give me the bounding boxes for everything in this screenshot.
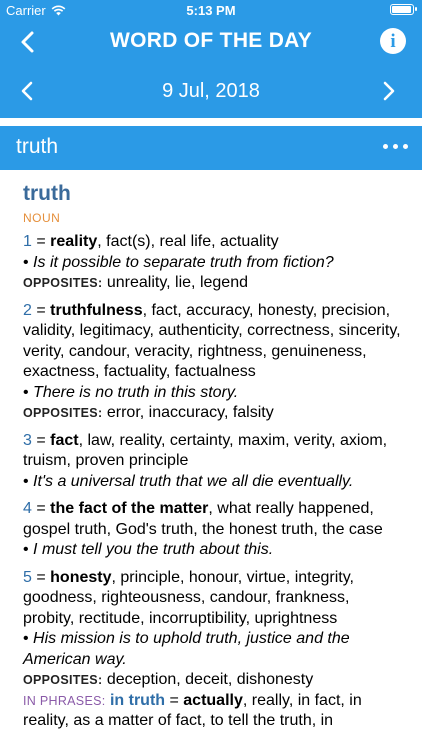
- battery-icon: [390, 4, 417, 15]
- opposites-list: deception, deceit, dishonesty: [106, 671, 314, 688]
- equals-sign: =: [31, 233, 51, 250]
- sense-number: 5: [23, 568, 32, 586]
- info-icon[interactable]: i: [380, 28, 406, 54]
- sense-definition: 5 = honesty, principle, honour, virtue, …: [23, 568, 403, 630]
- phrase-entry: IN PHRASES: in truth = actually, really,…: [23, 691, 403, 732]
- sense-synonyms: , law, reality, certainty, maxim, verity…: [23, 431, 388, 470]
- sense-example: • His mission is to uphold truth, justic…: [23, 630, 350, 668]
- sense-number: 2: [23, 301, 32, 319]
- date-selector: 9 Jul, 2018: [0, 64, 422, 118]
- opposites-label: OPPOSITES:: [23, 276, 103, 290]
- sense-5: 5 = honesty, principle, honour, virtue, …: [23, 568, 403, 732]
- sense-example: • I must tell you the truth about this.: [23, 541, 274, 558]
- sense-synonyms: , fact(s), real life, actuality: [97, 233, 279, 250]
- opposites-label: OPPOSITES:: [23, 406, 103, 420]
- sense-example: • It's a universal truth that we all die…: [23, 472, 354, 490]
- sense-example: • Is it possible to separate truth from …: [23, 253, 334, 271]
- sense-1: 1 = reality, fact(s), real life, actuali…: [23, 232, 403, 294]
- sense-number: 4: [23, 500, 32, 517]
- phrase-link[interactable]: in truth: [110, 692, 165, 709]
- part-of-speech: NOUN: [23, 211, 61, 225]
- sense-definition: 2 = truthfulness, fact, accuracy, honest…: [23, 301, 403, 383]
- sense-example: • There is no truth in this story.: [23, 383, 239, 401]
- current-date: 9 Jul, 2018: [162, 80, 260, 102]
- equals-sign: =: [31, 431, 51, 449]
- sense-definition: 1 = reality, fact(s), real life, actuali…: [23, 232, 403, 253]
- opposites-list: error, inaccuracy, falsity: [106, 404, 274, 421]
- sense-opposites: OPPOSITES: unreality, lie, legend: [23, 273, 403, 294]
- sense-headword: truthfulness: [50, 301, 143, 319]
- sense-number: 1: [23, 233, 32, 250]
- sense-3: 3 = fact, law, reality, certainty, maxim…: [23, 431, 403, 493]
- headword-title: truth: [16, 135, 59, 158]
- phrase-headword: actually: [183, 691, 243, 709]
- equals-sign: =: [31, 500, 51, 517]
- headword-bar: truth: [0, 126, 422, 170]
- sense-4: 4 = the fact of the matter, what really …: [23, 499, 403, 561]
- opposites-label: OPPOSITES:: [23, 673, 103, 687]
- sense-number: 3: [23, 431, 32, 449]
- entry-content: truth NOUN 1 = reality, fact(s), real li…: [23, 178, 403, 732]
- equals-sign: =: [31, 301, 51, 319]
- equals-sign: =: [165, 691, 184, 709]
- page-title: WORD OF THE DAY: [109, 29, 313, 52]
- navigation-bar: WORD OF THE DAY i: [0, 20, 422, 64]
- sense-headword: fact: [50, 431, 79, 449]
- sense-definition: 4 = the fact of the matter, what really …: [23, 499, 403, 540]
- opposites-list: unreality, lie, legend: [106, 274, 248, 291]
- next-day-chevron-icon[interactable]: [374, 77, 402, 105]
- in-phrases-label: IN PHRASES:: [23, 693, 106, 708]
- sense-headword: reality: [50, 233, 98, 250]
- sense-opposites: OPPOSITES: deception, deceit, dishonesty: [23, 670, 403, 691]
- sense-headword: the fact of the matter: [50, 500, 209, 517]
- clock: 5:13 PM: [186, 3, 236, 18]
- sense-headword: honesty: [50, 568, 112, 586]
- sense-2: 2 = truthfulness, fact, accuracy, honest…: [23, 301, 403, 424]
- equals-sign: =: [31, 568, 51, 586]
- more-options-icon[interactable]: [383, 144, 408, 149]
- sense-opposites: OPPOSITES: error, inaccuracy, falsity: [23, 403, 403, 424]
- entry-word: truth: [23, 182, 71, 205]
- sense-definition: 3 = fact, law, reality, certainty, maxim…: [23, 431, 403, 472]
- status-bar: Carrier 5:13 PM: [0, 0, 422, 20]
